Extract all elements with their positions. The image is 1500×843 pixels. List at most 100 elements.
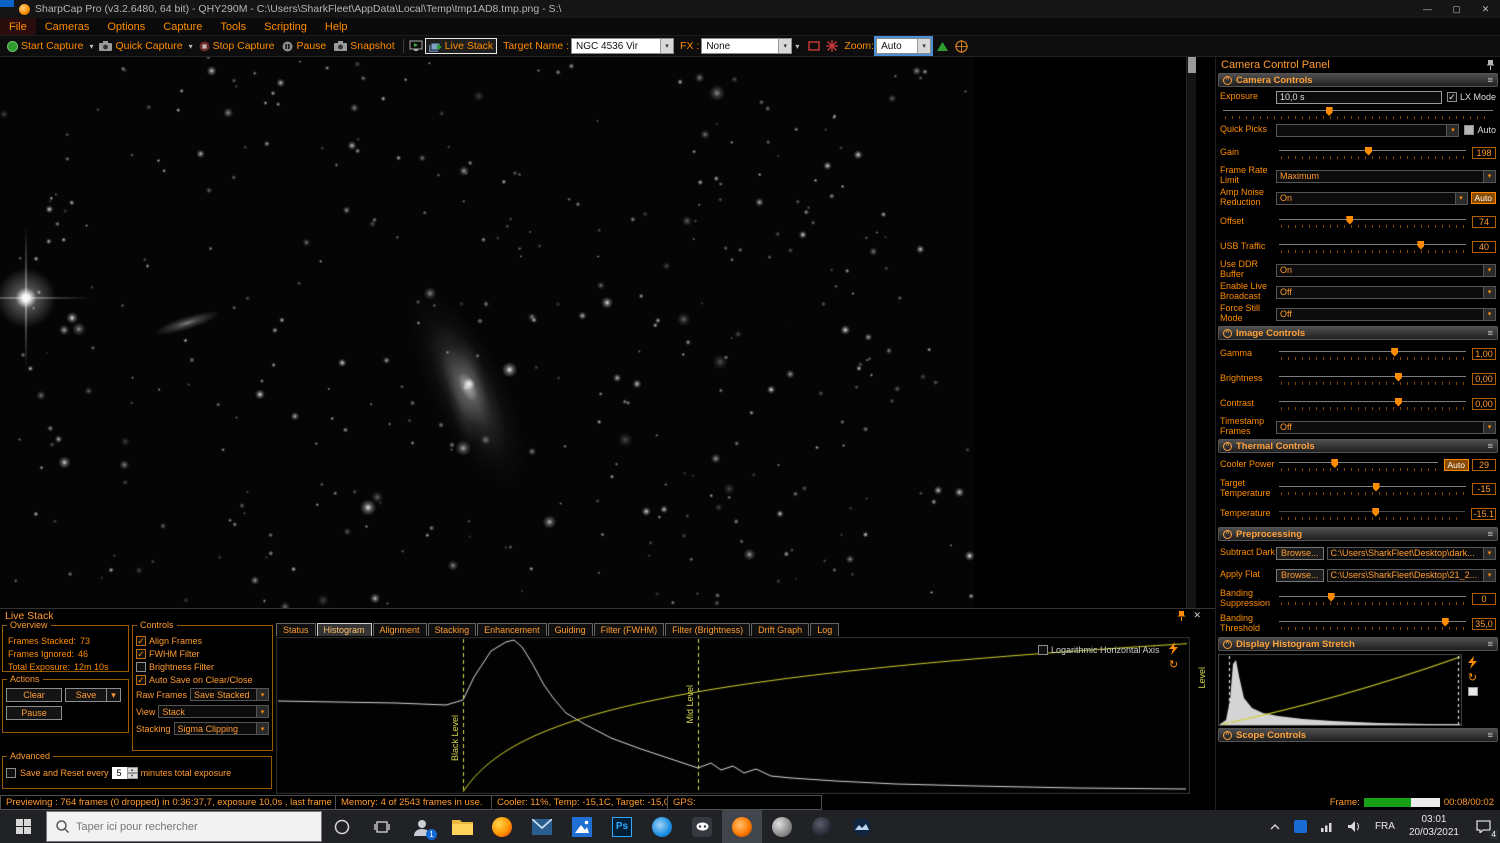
reticle-toggle-icon[interactable] [955, 40, 968, 53]
usb-traffic-slider[interactable] [1279, 241, 1466, 253]
tab-histogram[interactable]: Histogram [317, 623, 372, 636]
gamma-value[interactable]: 1,00 [1472, 348, 1496, 360]
banding-threshold-slider[interactable] [1279, 618, 1466, 630]
contrast-slider[interactable] [1279, 398, 1466, 410]
menu-options[interactable]: Options [98, 18, 154, 35]
stretch-histogram-canvas[interactable] [1218, 654, 1462, 726]
live-view-icon[interactable] [409, 40, 423, 52]
taskbar-app-sharpcap[interactable] [722, 810, 762, 843]
menu-scripting[interactable]: Scripting [255, 18, 316, 35]
tab-stacking[interactable]: Stacking [428, 623, 477, 636]
panel-pin-icon[interactable] [1486, 59, 1495, 70]
tab-alignment[interactable]: Alignment [373, 623, 427, 636]
tab-log[interactable]: Log [810, 623, 839, 636]
minimize-icon[interactable]: — [1413, 0, 1442, 18]
save-button[interactable]: Save [65, 688, 107, 702]
tab-filter-fwhm[interactable]: Filter (FWHM) [594, 623, 664, 636]
menu-cameras[interactable]: Cameras [36, 18, 99, 35]
menu-capture[interactable]: Capture [154, 18, 211, 35]
fwhm-filter-checkbox[interactable]: ✓ [136, 649, 146, 659]
taskbar-app-astronomy[interactable] [842, 810, 882, 843]
scrollbar-thumb[interactable] [1188, 57, 1196, 73]
section-menu-icon[interactable]: ≡ [1487, 328, 1493, 339]
cooler-power-value[interactable]: 29 [1472, 459, 1496, 471]
reticle-red-icon[interactable] [826, 40, 838, 52]
tab-filter-brightness[interactable]: Filter (Brightness) [665, 623, 750, 636]
taskbar-app-explorer[interactable] [442, 810, 482, 843]
quick-picks-dropdown[interactable]: ▾ [1276, 124, 1459, 137]
save-reset-checkbox[interactable] [6, 768, 16, 778]
clear-button[interactable]: Clear [6, 688, 62, 702]
target-temperature-slider[interactable] [1279, 483, 1466, 495]
section-display-histogram-stretch[interactable]: ^ Display Histogram Stretch ≡ [1218, 637, 1498, 651]
frame-rate-limit-dropdown[interactable]: Maximum▾ [1276, 170, 1496, 183]
auto-levels-icon[interactable] [1169, 642, 1178, 655]
tray-language[interactable]: FRA [1368, 810, 1402, 843]
selection-area-icon[interactable] [808, 41, 820, 51]
timestamp-frames-dropdown[interactable]: Off▾ [1276, 421, 1496, 434]
gain-slider[interactable] [1279, 147, 1466, 159]
exposure-auto-checkbox[interactable] [1464, 125, 1474, 135]
fx-dropdown-icon[interactable]: ▾ [778, 39, 791, 53]
banding-threshold-slider-handle[interactable] [1442, 618, 1449, 627]
search-input[interactable] [76, 821, 286, 833]
section-menu-icon[interactable]: ≡ [1487, 441, 1493, 452]
taskbar-app-firefox[interactable] [482, 810, 522, 843]
amp-noise-dropdown[interactable]: On▾ [1276, 192, 1468, 205]
usb-traffic-slider-handle[interactable] [1417, 241, 1424, 250]
quick-capture-dropdown-icon[interactable]: ▾ [188, 42, 194, 51]
section-camera-controls[interactable]: ^ Camera Controls ≡ [1218, 73, 1498, 87]
gamma-slider-handle[interactable] [1391, 348, 1398, 357]
usb-traffic-value[interactable]: 40 [1472, 241, 1496, 253]
gain-value[interactable]: 198 [1472, 147, 1496, 159]
tab-drift-graph[interactable]: Drift Graph [751, 623, 809, 636]
target-temperature-slider-handle[interactable] [1373, 483, 1380, 492]
minutes-spinner[interactable]: 5 ▲▼ [112, 767, 138, 779]
live-stack-pin-icon[interactable] [1177, 610, 1186, 621]
cortana-button[interactable] [322, 810, 362, 843]
section-menu-icon[interactable]: ≡ [1487, 529, 1493, 540]
expand-histogram-icon[interactable] [1468, 687, 1478, 696]
brightness-filter-row[interactable]: Brightness Filter [136, 660, 269, 673]
maximize-icon[interactable]: ▢ [1442, 0, 1471, 18]
start-capture-dropdown-icon[interactable]: ▾ [88, 42, 94, 51]
banding-suppression-slider[interactable] [1279, 593, 1466, 605]
pause-button[interactable]: Pause [279, 39, 329, 53]
banding-threshold-value[interactable]: 35,0 [1472, 618, 1496, 630]
fx-extra-dropdown-icon[interactable]: ▾ [794, 42, 800, 51]
amp-noise-auto-button[interactable]: Auto [1471, 192, 1497, 204]
reset-stretch-icon[interactable]: ↻ [1468, 673, 1477, 683]
brightness-slider[interactable] [1279, 373, 1466, 385]
taskbar-app-discord[interactable] [682, 810, 722, 843]
tray-network-icon[interactable] [1314, 810, 1341, 843]
taskbar-app-sphere[interactable] [762, 810, 802, 843]
live-stack-histogram-canvas[interactable] [276, 637, 1190, 794]
zoom-dropdown-icon[interactable]: ▾ [917, 39, 930, 53]
fwhm-filter-row[interactable]: ✓ FWHM Filter [136, 647, 269, 660]
view-dropdown[interactable]: Stack▾ [158, 705, 269, 718]
banding-suppression-slider-handle[interactable] [1328, 593, 1335, 602]
section-menu-icon[interactable]: ≡ [1487, 730, 1493, 741]
live-stack-button[interactable]: Live Stack [425, 38, 497, 54]
exposure-input[interactable]: 10,0 s [1276, 91, 1442, 104]
auto-save-checkbox[interactable]: ✓ [136, 675, 146, 685]
section-scope-controls[interactable]: ^ Scope Controls ≡ [1218, 728, 1498, 742]
task-view-button[interactable] [362, 810, 402, 843]
offset-slider-handle[interactable] [1346, 216, 1353, 225]
brightness-filter-checkbox[interactable] [136, 662, 146, 672]
taskbar-app-blue-tool[interactable] [642, 810, 682, 843]
image-vertical-scrollbar[interactable] [1186, 57, 1196, 608]
target-temperature-value[interactable]: -15 [1472, 483, 1496, 495]
menu-file[interactable]: File [0, 18, 36, 35]
exposure-slider[interactable] [1223, 107, 1493, 119]
brightness-value[interactable]: 0,00 [1472, 373, 1496, 385]
apply-flat-browse-button[interactable]: Browse... [1276, 569, 1324, 582]
gain-slider-handle[interactable] [1365, 147, 1372, 156]
save-dropdown-icon[interactable]: ▾ [107, 688, 121, 702]
align-frames-row[interactable]: ✓ Align Frames [136, 634, 269, 647]
auto-stretch-icon[interactable] [1468, 656, 1477, 669]
offset-slider[interactable] [1279, 216, 1466, 228]
pause-stack-button[interactable]: Pause [6, 706, 62, 720]
cooler-power-slider-handle[interactable] [1331, 459, 1338, 468]
contrast-value[interactable]: 0,00 [1472, 398, 1496, 410]
